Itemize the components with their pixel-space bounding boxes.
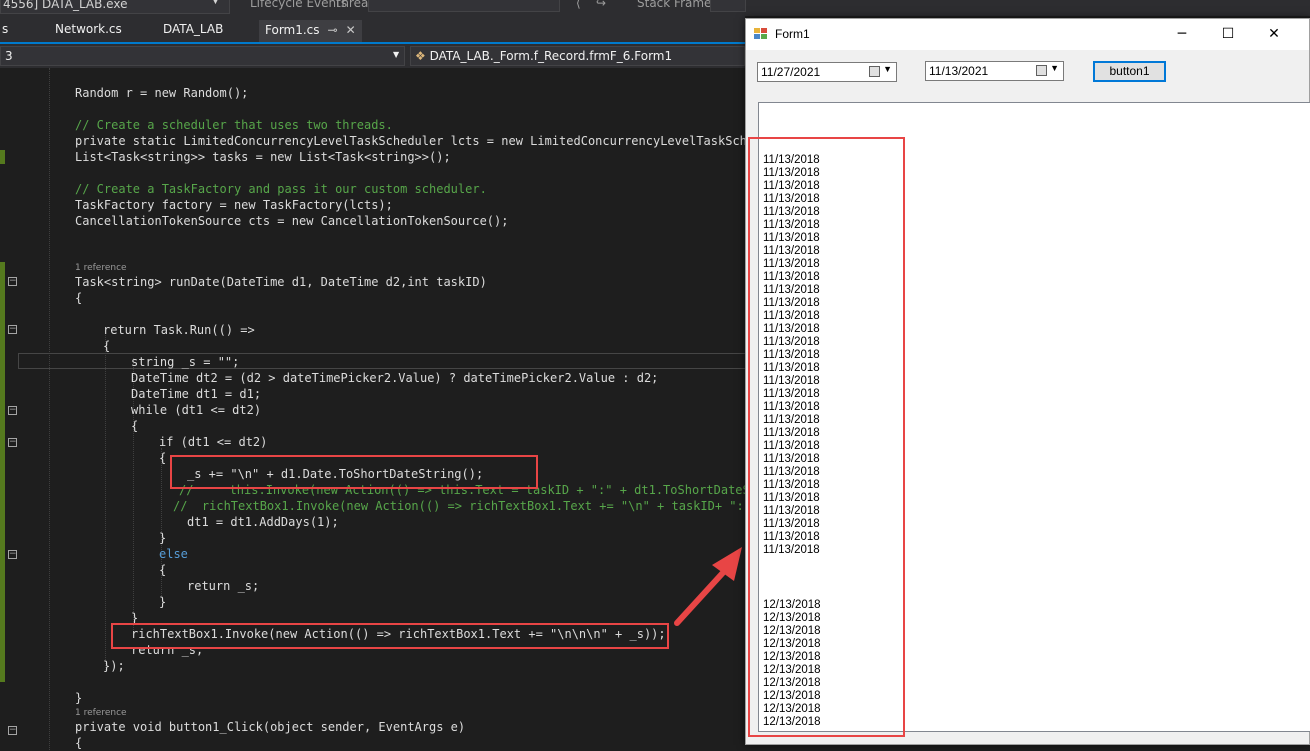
tab-form1-cs[interactable]: Form1.cs ⊸ ✕ xyxy=(259,20,362,42)
nav-forward-icon[interactable]: ↪ xyxy=(596,0,606,10)
code-line: TaskFactory factory = new TaskFactory(lc… xyxy=(75,198,393,212)
process-dropdown[interactable]: 4556] DATA_LAB.exe xyxy=(0,0,230,14)
chevron-down-icon[interactable]: ▼ xyxy=(393,50,399,59)
code-line: private void button1_Click(object sender… xyxy=(75,720,466,734)
class-icon: ❖ xyxy=(415,49,426,63)
form1-window: Form1 ─ ☐ ✕ 11/27/2021 ▼ 11/13/2021 ▼ bu… xyxy=(745,18,1310,745)
fold-toggle-icon[interactable]: − xyxy=(8,325,17,334)
project-dropdown[interactable]: 3 xyxy=(0,46,405,66)
code-line: // Create a scheduler that uses two thre… xyxy=(75,118,393,132)
calendar-icon[interactable] xyxy=(869,66,880,77)
code-line: } xyxy=(159,595,167,609)
annotation-box-output xyxy=(748,137,905,737)
code-line: Random r = new Random(); xyxy=(75,86,249,100)
code-line: DateTime dt2 = (d2 > dateTimePicker2.Val… xyxy=(131,371,659,385)
close-icon[interactable]: ✕ xyxy=(1251,19,1297,49)
maximize-icon[interactable]: ☐ xyxy=(1205,19,1251,49)
calendar-icon[interactable] xyxy=(1036,65,1047,76)
code-line: if (dt1 <= dt2) xyxy=(159,435,268,449)
fold-toggle-icon[interactable]: − xyxy=(8,550,17,559)
pin-icon[interactable]: ⊸ xyxy=(328,23,338,37)
class-dropdown[interactable]: ❖ DATA_LAB._Form.f_Record.frmF_6.Form1 xyxy=(410,46,745,66)
process-chevron-icon[interactable]: ▼ xyxy=(212,0,219,6)
code-line: Task<string> runDate(DateTime d1, DateTi… xyxy=(75,275,487,289)
minimize-icon[interactable]: ─ xyxy=(1159,19,1205,49)
chevron-down-icon[interactable]: ▼ xyxy=(1050,63,1059,73)
document-tabs: s Network.cs DATA_LAB Form1.cs ⊸ ✕ xyxy=(0,16,745,44)
thread-dropdown[interactable] xyxy=(368,0,560,12)
code-line: // richTextBox1.Invoke(new Action(() => … xyxy=(173,499,766,513)
date-time-picker-2[interactable]: 11/13/2021 ▼ xyxy=(925,61,1064,81)
code-line: while (dt1 <= dt2) xyxy=(131,403,262,417)
date-picker-value: 11/13/2021 xyxy=(929,64,989,78)
fold-toggle-icon[interactable]: − xyxy=(8,277,17,286)
tab-partial[interactable]: s xyxy=(2,22,8,36)
code-line: return Task.Run(() => xyxy=(103,323,255,337)
tab-label: Form1.cs xyxy=(265,23,320,37)
stack-frame-dropdown[interactable] xyxy=(710,0,746,12)
code-line: List<Task<string>> tasks = new List<Task… xyxy=(75,150,451,164)
fold-toggle-icon[interactable]: − xyxy=(8,438,17,447)
tab-network-cs[interactable]: Network.cs xyxy=(55,22,122,36)
stack-frame-label: Stack Frame: xyxy=(637,0,716,10)
chevron-down-icon[interactable]: ▼ xyxy=(883,64,892,74)
project-dropdown-value: 3 xyxy=(5,49,13,63)
tab-data-lab[interactable]: DATA_LAB xyxy=(163,22,223,36)
annotation-arrow-icon xyxy=(674,547,742,626)
code-line: // Create a TaskFactory and pass it our … xyxy=(75,182,487,196)
code-line: { xyxy=(159,563,167,577)
date-time-picker-1[interactable]: 11/27/2021 ▼ xyxy=(757,62,897,82)
class-dropdown-value: DATA_LAB._Form.f_Record.frmF_6.Form1 xyxy=(429,49,673,63)
annotation-box-invoke xyxy=(111,623,669,649)
code-line: { xyxy=(131,419,139,433)
fold-toggle-icon[interactable]: − xyxy=(8,406,17,415)
annotation-box-append xyxy=(170,455,538,489)
code-line: dt1 = dt1.AddDays(1); xyxy=(187,515,339,529)
code-line: { xyxy=(159,451,167,465)
code-line: } xyxy=(159,531,167,545)
code-line: CancellationTokenSource cts = new Cancel… xyxy=(75,214,509,228)
codelens-reference[interactable]: 1 reference xyxy=(75,263,127,273)
code-line: private static LimitedConcurrencyLevelTa… xyxy=(75,134,769,148)
date-picker-value: 11/27/2021 xyxy=(761,65,821,79)
navigation-bar: 3 ▼ ❖ DATA_LAB._Form.f_Record.frmF_6.For… xyxy=(0,44,745,68)
lifecycle-events-button[interactable]: Lifecycle Events xyxy=(250,0,347,10)
form-titlebar[interactable]: Form1 ─ ☐ ✕ xyxy=(746,19,1309,50)
code-line: DateTime dt1 = d1; xyxy=(131,387,262,401)
nav-back-icon[interactable]: ⟨ xyxy=(576,0,581,10)
form-app-icon xyxy=(754,28,767,39)
code-line: { xyxy=(103,339,111,353)
code-line: } xyxy=(75,691,83,705)
fold-toggle-icon[interactable]: − xyxy=(8,726,17,735)
debug-toolbar: 4556] DATA_LAB.exe ▼ Lifecycle Events Th… xyxy=(0,0,1310,16)
code-line: else xyxy=(159,547,188,561)
code-line: }); xyxy=(103,659,125,673)
code-line: { xyxy=(75,736,83,750)
code-line: return _s; xyxy=(187,579,260,593)
close-icon[interactable]: ✕ xyxy=(346,23,356,37)
code-line: string _s = ""; xyxy=(131,355,240,369)
form-title: Form1 xyxy=(775,27,810,41)
button1[interactable]: button1 xyxy=(1093,61,1166,82)
codelens-reference[interactable]: 1 reference xyxy=(75,708,127,718)
code-line: { xyxy=(75,291,83,305)
